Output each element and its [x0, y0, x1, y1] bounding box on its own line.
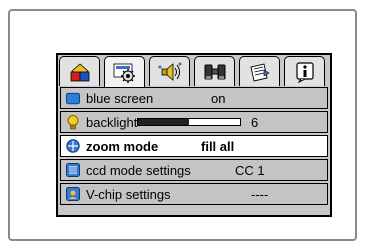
settings-gear-icon	[113, 63, 135, 83]
menu-tabs	[59, 56, 329, 88]
menu-item-blue-screen[interactable]: blue screen on	[60, 87, 328, 109]
tab-audio[interactable]	[149, 56, 190, 86]
ccd-icon	[66, 163, 80, 177]
menu-item-vchip-settings[interactable]: V-chip settings ----	[60, 183, 328, 205]
menu-item-zoom-mode[interactable]: zoom mode fill all	[60, 135, 328, 157]
menu-item-label: backlight	[86, 114, 138, 130]
ccd-mode-value: CC 1	[235, 162, 265, 178]
vchip-value: ----	[251, 186, 269, 202]
tab-settings[interactable]	[104, 56, 145, 88]
menu-item-ccd-mode-settings[interactable]: ccd mode settings CC 1	[60, 159, 328, 181]
vchip-icon	[66, 187, 80, 201]
tab-binoculars[interactable]	[194, 56, 235, 86]
blue-screen-value: on	[211, 90, 226, 106]
document-list-icon	[249, 62, 270, 82]
menu-item-backlight[interactable]: backlight 6	[60, 111, 328, 133]
binoculars-icon	[204, 64, 225, 79]
lightbulb-icon	[66, 114, 80, 129]
tab-document[interactable]	[239, 56, 280, 86]
menu-item-label: V-chip settings	[86, 186, 171, 202]
backlight-slider-fill	[138, 119, 189, 125]
tab-info[interactable]	[284, 56, 325, 86]
backlight-slider[interactable]	[137, 118, 241, 126]
osd-menu-panel: blue screen on backlight 6 zoom mode fil…	[56, 53, 332, 217]
audio-speaker-icon	[158, 62, 181, 81]
menu-item-label: ccd mode settings	[86, 162, 191, 178]
backlight-value: 6	[251, 114, 259, 130]
menu-item-label: zoom mode	[86, 138, 159, 154]
blue-screen-icon	[66, 91, 80, 105]
screen-frame: blue screen on backlight 6 zoom mode fil…	[8, 9, 357, 241]
picture-icon	[70, 62, 89, 81]
zoom-mode-value: fill all	[201, 138, 235, 154]
settings-menu-list: blue screen on backlight 6 zoom mode fil…	[60, 87, 328, 207]
tab-picture[interactable]	[59, 56, 100, 86]
info-icon	[295, 61, 314, 83]
zoom-mode-icon	[66, 139, 80, 153]
menu-item-label: blue screen	[86, 90, 154, 106]
